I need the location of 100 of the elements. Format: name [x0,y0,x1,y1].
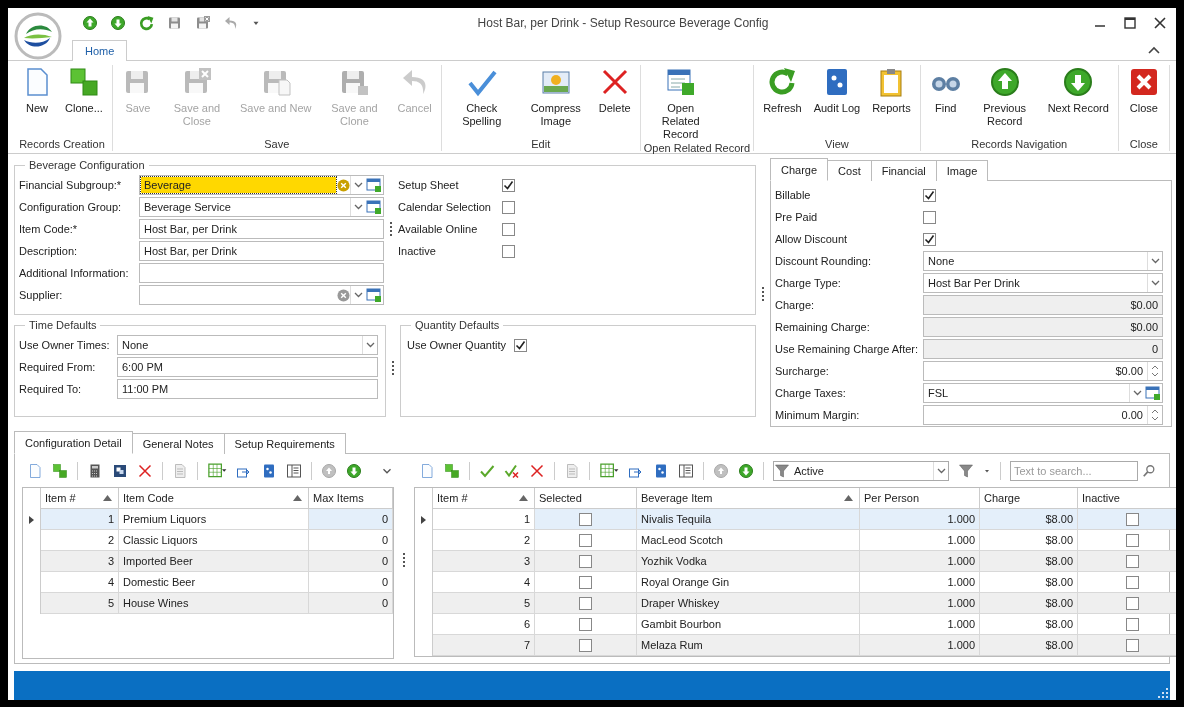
column-header[interactable]: Per Person [860,488,980,509]
sort-arrow-icon[interactable] [103,495,112,501]
lookup-field[interactable]: Beverage [139,175,384,195]
checkbox[interactable] [502,200,515,214]
table-lookup-icon[interactable] [366,199,382,215]
number-field[interactable]: $0.00 [923,295,1163,315]
checkbox[interactable] [502,244,515,258]
table-lookup-icon[interactable] [366,177,382,193]
tab[interactable]: Configuration Detail [14,431,133,454]
splitter-handle[interactable] [762,287,764,301]
checkbox[interactable] [1125,638,1139,652]
search-icon[interactable] [1142,464,1156,478]
ribbon-button[interactable]: Open Related Record [643,65,718,142]
ribbon-button[interactable]: Refresh [757,65,808,116]
checkbox[interactable] [1125,554,1139,568]
caret-icon[interactable] [983,467,991,475]
checkbox[interactable] [579,596,592,610]
list-icon[interactable] [286,463,302,479]
ribbon-button[interactable]: Previous Record [967,65,1042,129]
checkbox[interactable] [579,575,592,589]
document-icon[interactable] [419,463,435,479]
sort-arrow-icon[interactable] [519,495,528,501]
checkmark-icon[interactable] [479,463,495,479]
delete-icon[interactable] [137,463,153,479]
lookup-field[interactable] [139,285,384,305]
text-field[interactable]: 6:00 PM [117,357,378,377]
cubes-icon[interactable] [52,463,68,479]
column-header[interactable]: Charge [980,488,1078,509]
checkbox[interactable] [923,188,936,202]
column-header[interactable]: Item # [433,488,535,509]
checkmark-icon[interactable] [504,463,520,479]
dropdown-field[interactable]: None [117,335,378,355]
spin-field[interactable]: 0.00 [923,405,1163,425]
resize-grip-icon[interactable] [1158,688,1168,698]
checkbox[interactable] [502,178,515,192]
checkbox[interactable] [1125,512,1139,526]
ribbon-button[interactable]: Find [923,65,968,116]
ribbon-button[interactable]: Reports [866,65,917,116]
tab[interactable]: Financial [870,160,937,181]
column-header[interactable]: Item # [41,488,119,509]
cubes-icon[interactable] [444,463,460,479]
close-icon[interactable] [1154,17,1166,29]
delete-icon[interactable] [529,463,545,479]
column-header[interactable]: Inactive [1078,488,1176,509]
ribbon-tab[interactable]: Home [72,40,128,61]
sort-arrow-icon[interactable] [844,495,853,501]
tab[interactable]: Setup Requirements [223,433,346,454]
list-icon[interactable] [678,463,694,479]
text-field[interactable] [139,263,384,283]
tab[interactable]: Image [935,160,989,181]
column-header[interactable]: Item Code [119,488,309,509]
lookup-field[interactable]: Beverage Service [139,197,384,217]
checkbox[interactable] [502,222,515,236]
spin-arrows-icon[interactable] [1151,408,1159,422]
checkbox[interactable] [1125,575,1139,589]
ribbon-button[interactable]: Clone... [59,65,109,116]
tab[interactable]: Cost [827,160,872,181]
splitter-handle[interactable] [403,552,405,567]
text-field[interactable]: 11:00 PM [117,379,378,399]
clear-icon[interactable] [337,288,350,302]
column-header[interactable]: Beverage Item [637,488,860,509]
filter-dropdown[interactable]: Active [773,461,949,481]
number-field[interactable]: 0 [923,339,1163,359]
checkbox[interactable] [1125,617,1139,631]
copy-icon[interactable] [112,463,128,479]
text-field[interactable]: Host Bar, per Drink [139,219,384,239]
dropdown-field[interactable]: None [923,251,1163,271]
column-header[interactable]: Selected [535,488,637,509]
checkbox[interactable] [579,512,592,526]
ribbon-button[interactable]: Check Spelling [444,65,519,129]
spin-field[interactable]: $0.00 [923,361,1163,381]
tab[interactable]: General Notes [131,433,225,454]
splitter-handle[interactable] [390,222,392,236]
undo-icon[interactable] [223,15,239,31]
lookup-field[interactable]: FSL [923,383,1163,403]
checkbox[interactable] [514,338,528,352]
ribbon-button[interactable]: Delete [592,65,637,116]
checkbox[interactable] [579,638,592,652]
splitter-handle[interactable] [392,361,394,375]
clear-icon[interactable] [337,178,350,192]
checkbox[interactable] [579,617,592,631]
checkbox[interactable] [579,533,592,547]
filter-icon[interactable] [958,463,974,479]
column-header[interactable]: Max Items [309,488,393,509]
search-field[interactable]: Text to search... [1010,461,1138,481]
ribbon-button[interactable]: Audit Log [807,65,867,116]
checkbox[interactable] [923,210,936,224]
ribbon-button[interactable]: Close [1121,65,1166,116]
checkbox[interactable] [1125,533,1139,547]
checkbox[interactable] [579,554,592,568]
table-lookup-icon[interactable] [1145,385,1161,401]
maximize-icon[interactable] [1124,17,1136,29]
ribbon-button[interactable]: New [15,65,59,116]
tab[interactable]: Charge [770,158,829,181]
spin-arrows-icon[interactable] [1151,364,1159,378]
collapse-icon[interactable] [1148,46,1160,54]
document-icon[interactable] [27,463,43,479]
table-lookup-icon[interactable] [366,287,382,303]
checkbox[interactable] [923,232,936,246]
checkbox[interactable] [1125,596,1139,610]
